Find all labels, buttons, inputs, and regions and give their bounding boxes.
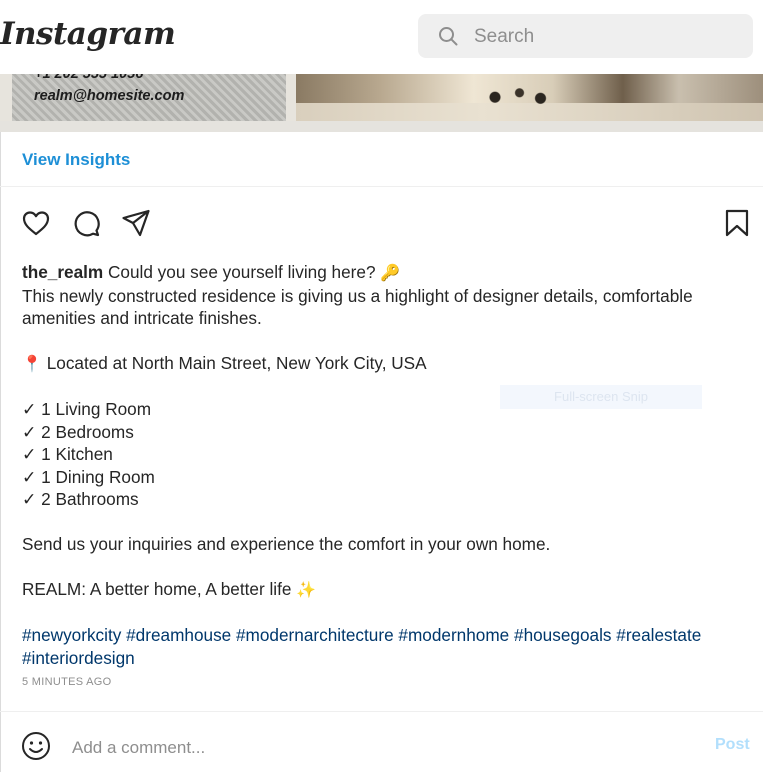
caption-line: This newly constructed residence is givi… — [22, 285, 693, 306]
contact-phone: +1 202 555 1056 — [34, 74, 144, 82]
caption-first-line: the_realm Could you see yourself living … — [22, 261, 742, 285]
username-link[interactable]: the_realm — [22, 262, 103, 282]
contact-email: realm@homesite.com — [34, 88, 185, 104]
caption-blank — [22, 556, 742, 579]
caption-headline: Could you see yourself living here? — [108, 262, 376, 282]
caption-line: amenities and intricate finishes. — [22, 308, 262, 328]
bookmark-icon — [725, 209, 749, 237]
post-caption: the_realm Could you see yourself living … — [22, 261, 742, 669]
comment-input[interactable] — [70, 732, 674, 764]
room-item: ✓ 2 Bathrooms — [22, 489, 139, 509]
caption-blank — [22, 511, 742, 534]
room-photo — [296, 74, 763, 121]
top-bar: Instagram — [0, 0, 763, 74]
image-bottom-strip — [0, 121, 763, 132]
room-decor — [481, 84, 551, 106]
comment-bar: Post — [0, 712, 763, 772]
emoji-picker-button[interactable] — [20, 730, 52, 762]
heart-icon — [22, 211, 50, 236]
room-item: ✓ 1 Dining Room — [22, 466, 155, 487]
left-border — [0, 132, 1, 772]
search-icon — [439, 27, 458, 46]
search-bar[interactable] — [418, 14, 753, 60]
post-timestamp[interactable]: 5 MINUTES AGO — [22, 676, 111, 688]
sparkles-emoji: ✨ — [296, 580, 317, 599]
caption-cta: Send us your inquiries and experience th… — [22, 534, 551, 554]
contact-panel: +1 202 555 1056 realm@homesite.com — [12, 74, 286, 121]
hashtag-links[interactable]: #newyorkcity #dreamhouse #modernarchitec… — [22, 624, 742, 669]
room-item: ✓ 2 Bedrooms — [22, 421, 134, 442]
snip-overlay: Full-screen Snip — [500, 385, 702, 409]
caption-blank — [22, 602, 742, 625]
post-image: +1 202 555 1056 realm@homesite.com — [0, 74, 763, 132]
pin-emoji: 📍 — [22, 354, 42, 373]
like-button[interactable] — [21, 208, 51, 238]
view-insights-link[interactable]: View Insights — [22, 150, 130, 170]
comment-icon — [74, 211, 100, 237]
post-comment-button[interactable]: Post — [715, 736, 750, 754]
share-button[interactable] — [121, 208, 151, 238]
key-emoji: 🔑 — [380, 263, 401, 282]
divider-insights — [0, 186, 763, 187]
save-button[interactable] — [722, 208, 752, 238]
send-icon — [122, 209, 150, 237]
search-input[interactable] — [472, 14, 736, 60]
instagram-logo[interactable]: Instagram — [0, 16, 176, 52]
comment-button[interactable] — [71, 208, 101, 238]
tagline-text: REALM: A better home, A better life — [22, 579, 292, 599]
caption-blank — [22, 330, 742, 353]
location-text: Located at North Main Street, New York C… — [46, 353, 427, 373]
caption-location: 📍 Located at North Main Street, New York… — [22, 352, 742, 376]
room-item: ✓ 1 Kitchen — [22, 444, 113, 464]
smiley-icon — [22, 732, 50, 760]
caption-tagline: REALM: A better home, A better life ✨ — [22, 578, 742, 602]
